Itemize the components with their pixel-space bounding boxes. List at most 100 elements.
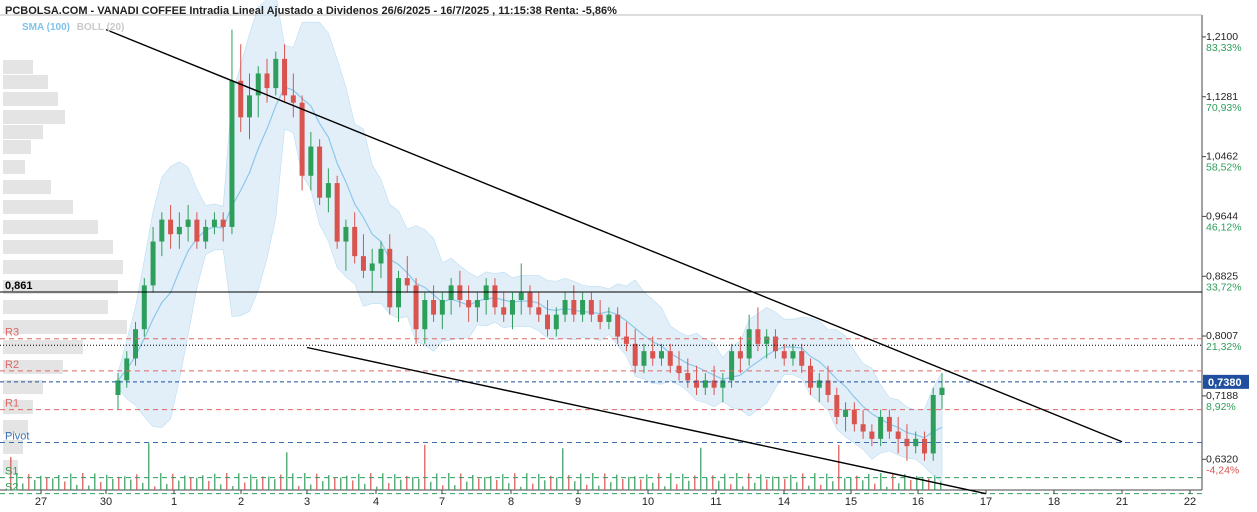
volume-bar <box>808 485 810 490</box>
volume-bar <box>118 476 120 490</box>
candle-body <box>527 292 533 308</box>
volume-bar <box>760 474 762 490</box>
candle-body <box>834 395 840 417</box>
level-label: Pivot <box>5 431 29 443</box>
volume-bar <box>724 473 726 490</box>
volume-bar <box>796 482 798 490</box>
candle-body <box>422 300 428 330</box>
volume-bar <box>442 485 444 490</box>
volume-bar <box>886 486 888 490</box>
candle-body <box>623 336 629 344</box>
volume-bar <box>88 485 90 490</box>
volume-bar <box>586 484 588 490</box>
volume-bar <box>226 473 228 490</box>
volume-bar <box>562 448 564 490</box>
x-tick-label: 10 <box>642 496 654 508</box>
volume-bar <box>160 473 162 490</box>
volume-bar <box>634 476 636 490</box>
volume-bar <box>454 485 456 490</box>
candle-body <box>571 300 577 315</box>
volume-bar <box>496 479 498 490</box>
volume-bar <box>652 482 654 490</box>
candle-body <box>299 102 305 176</box>
volume-profile-bar <box>3 140 31 154</box>
x-tick-label: 9 <box>575 496 581 508</box>
indicator-legend: SMA (100) BOLL (20) <box>22 22 124 33</box>
volume-bar <box>910 479 912 490</box>
volume-bar <box>166 483 168 490</box>
volume-bar <box>376 486 378 490</box>
volume-bar <box>892 473 894 490</box>
candle-body <box>764 336 770 344</box>
candle-body <box>650 351 656 359</box>
candle-body <box>168 219 174 235</box>
volume-bar <box>76 484 78 490</box>
volume-bar <box>514 473 516 490</box>
volume-bar <box>364 483 366 490</box>
volume-bar <box>898 483 900 490</box>
candle-body <box>273 58 279 89</box>
volume-bar <box>718 480 720 490</box>
candle-body <box>895 431 901 439</box>
candle-body <box>404 278 410 286</box>
volume-bar <box>700 447 702 490</box>
volume-profile-bar <box>3 260 123 274</box>
volume-bar <box>640 479 642 490</box>
candle-body <box>396 278 402 308</box>
volume-profile-bar <box>3 300 108 314</box>
candle-body <box>921 438 927 454</box>
volume-bar <box>286 452 288 490</box>
candle-body <box>474 300 480 308</box>
candle-body <box>545 314 551 330</box>
candle-body <box>509 300 515 315</box>
x-tick-label: 16 <box>912 496 924 508</box>
volume-bar <box>610 482 612 490</box>
volume-bar <box>838 445 840 490</box>
level-label: R1 <box>5 398 19 410</box>
volume-bar <box>850 477 852 490</box>
volume-bar <box>136 474 138 490</box>
volume-bar <box>448 473 450 490</box>
candle-body <box>431 300 437 315</box>
level-label: R2 <box>5 359 19 371</box>
volume-bar <box>418 478 420 490</box>
volume-bar <box>814 473 816 490</box>
candle-body <box>755 329 761 344</box>
volume-bar <box>862 480 864 490</box>
volume-bar <box>526 473 528 490</box>
x-tick-label: 22 <box>1184 496 1196 508</box>
volume-bar <box>676 484 678 490</box>
candle-body <box>580 300 586 315</box>
candle-body <box>860 424 866 432</box>
candle-body <box>387 248 393 308</box>
volume-bar <box>508 483 510 490</box>
volume-profile-bar <box>3 75 48 89</box>
volume-bar <box>580 473 582 490</box>
x-tick-label: 15 <box>845 496 857 508</box>
volume-bar <box>868 473 870 490</box>
volume-bar <box>46 477 48 490</box>
candle-body <box>378 248 384 264</box>
candle-body <box>150 241 156 286</box>
volume-bar <box>478 478 480 490</box>
volume-bar <box>268 476 270 490</box>
candle-body <box>799 351 805 366</box>
volume-profile-bar <box>3 180 51 194</box>
candle-body <box>939 387 945 395</box>
volume-bar <box>670 473 672 490</box>
x-tick-label: 14 <box>778 496 790 508</box>
candle-body <box>369 263 375 271</box>
volume-bar <box>682 473 684 490</box>
volume-bar <box>52 478 54 490</box>
volume-bar <box>262 476 264 490</box>
volume-bar <box>922 477 924 490</box>
volume-bar <box>274 479 276 490</box>
volume-bar <box>64 481 66 490</box>
volume-bar <box>880 473 882 490</box>
volume-bar <box>304 473 306 490</box>
x-tick-label: 17 <box>980 496 992 508</box>
volume-bar <box>388 483 390 490</box>
volume-profile-bar <box>3 92 58 106</box>
volume-bar <box>196 477 198 490</box>
candle-body <box>536 307 542 315</box>
